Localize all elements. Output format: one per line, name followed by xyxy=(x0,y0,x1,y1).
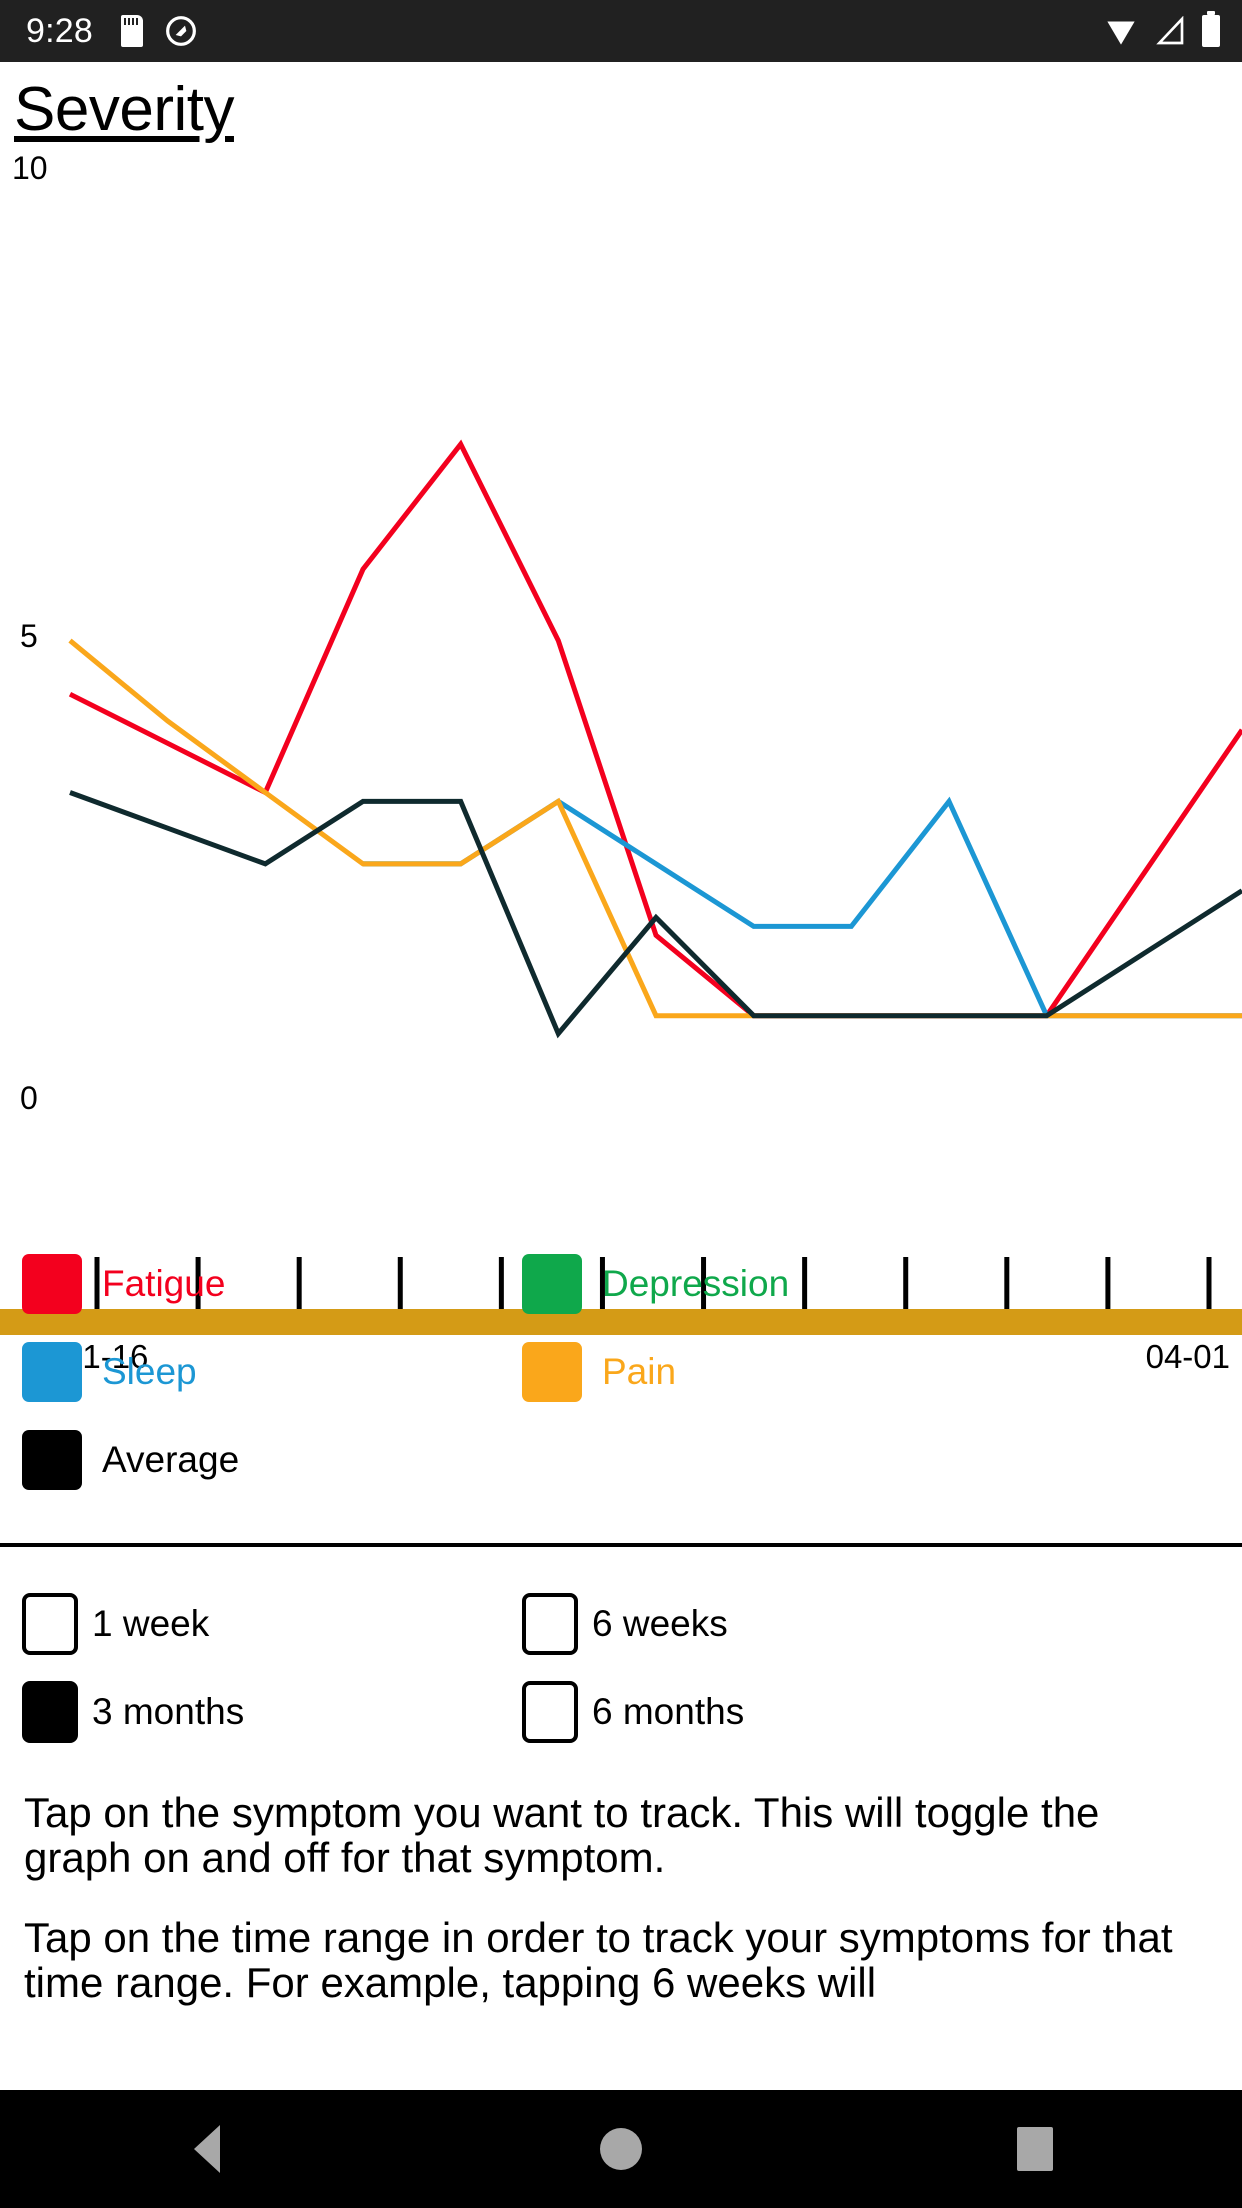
range-checkbox-3-months[interactable] xyxy=(22,1681,78,1743)
app-root: 9:28 Severity 10 5 0 01-16 04-01 Fatigue… xyxy=(0,0,1242,2208)
legend-swatch-fatigue[interactable] xyxy=(22,1254,82,1314)
battery-icon xyxy=(1202,11,1220,47)
chart-line-average xyxy=(69,790,1242,1039)
cell-signal-icon xyxy=(1156,16,1184,45)
chart-series-layer xyxy=(68,439,1242,1039)
status-bar-left-icons xyxy=(120,15,197,47)
chart-line-pain xyxy=(68,638,1242,1019)
sdcard-icon xyxy=(120,15,143,47)
severity-chart[interactable]: 10 5 0 01-16 04-01 xyxy=(0,150,1242,1375)
circle-icon xyxy=(600,2128,642,2170)
legend-column-left: Fatigue Sleep Average xyxy=(22,1240,239,1504)
legend-label-depression: Depression xyxy=(602,1263,790,1304)
section-divider xyxy=(0,1543,1242,1547)
legend-label-average: Average xyxy=(102,1439,240,1480)
legend-column-right: Depression Pain xyxy=(522,1240,789,1416)
help-paragraph-1: Tap on the symptom you want to track. Th… xyxy=(24,1789,1100,1882)
x-axis-end-label: 04-01 xyxy=(1145,1338,1230,1375)
android-navigation-bar xyxy=(0,2090,1242,2208)
status-bar-clock: 9:28 xyxy=(26,11,93,50)
legend-label-fatigue: Fatigue xyxy=(102,1263,226,1304)
legend-item-depression[interactable]: Depression xyxy=(522,1240,789,1328)
legend-swatch-sleep[interactable] xyxy=(22,1342,82,1402)
help-paragraph-2: Tap on the time range in order to track … xyxy=(24,1913,1173,2007)
page-title: Severity xyxy=(14,75,234,144)
range-option-3-months[interactable]: 3 months xyxy=(22,1668,244,1756)
range-checkbox-1-week[interactable] xyxy=(22,1593,78,1655)
back-button[interactable] xyxy=(147,2090,267,2208)
legend-swatch-average[interactable] xyxy=(22,1430,82,1490)
square-icon xyxy=(1017,2127,1053,2171)
do-not-disturb-icon xyxy=(166,16,196,46)
range-label-6-weeks: 6 weeks xyxy=(592,1603,728,1644)
status-bar: 9:28 xyxy=(0,0,1242,62)
range-column-left: 1 week 3 months xyxy=(22,1580,244,1756)
range-label-3-months: 3 months xyxy=(92,1691,245,1732)
legend-item-sleep[interactable]: Sleep xyxy=(22,1328,239,1416)
chart-line-sleep xyxy=(363,796,1242,1019)
legend-label-sleep: Sleep xyxy=(102,1351,197,1392)
range-label-6-months: 6 months xyxy=(592,1691,745,1732)
legend-label-pain: Pain xyxy=(602,1351,677,1392)
range-checkbox-6-weeks[interactable] xyxy=(522,1593,578,1655)
wifi-icon xyxy=(1107,21,1135,45)
chart-line-fatigue xyxy=(68,439,1242,1019)
range-option-6-months[interactable]: 6 months xyxy=(522,1668,744,1756)
legend-item-average[interactable]: Average xyxy=(22,1416,239,1504)
range-option-6-weeks[interactable]: 6 weeks xyxy=(522,1580,744,1668)
legend-swatch-depression[interactable] xyxy=(522,1254,582,1314)
triangle-left-icon xyxy=(194,2125,220,2173)
legend-item-pain[interactable]: Pain xyxy=(522,1328,789,1416)
help-text: Tap on the symptom you want to track. Th… xyxy=(24,1790,1214,2039)
legend-swatch-pain[interactable] xyxy=(522,1342,582,1402)
legend-item-fatigue[interactable]: Fatigue xyxy=(22,1240,239,1328)
range-checkbox-6-months[interactable] xyxy=(522,1681,578,1743)
range-option-1-week[interactable]: 1 week xyxy=(22,1580,244,1668)
range-column-right: 6 weeks 6 months xyxy=(522,1580,744,1756)
recents-button[interactable] xyxy=(975,2090,1095,2208)
chart-plot-area xyxy=(68,439,1242,1310)
home-button[interactable] xyxy=(561,2090,681,2208)
range-label-1-week: 1 week xyxy=(92,1603,210,1644)
status-bar-right-icons xyxy=(1104,11,1220,47)
